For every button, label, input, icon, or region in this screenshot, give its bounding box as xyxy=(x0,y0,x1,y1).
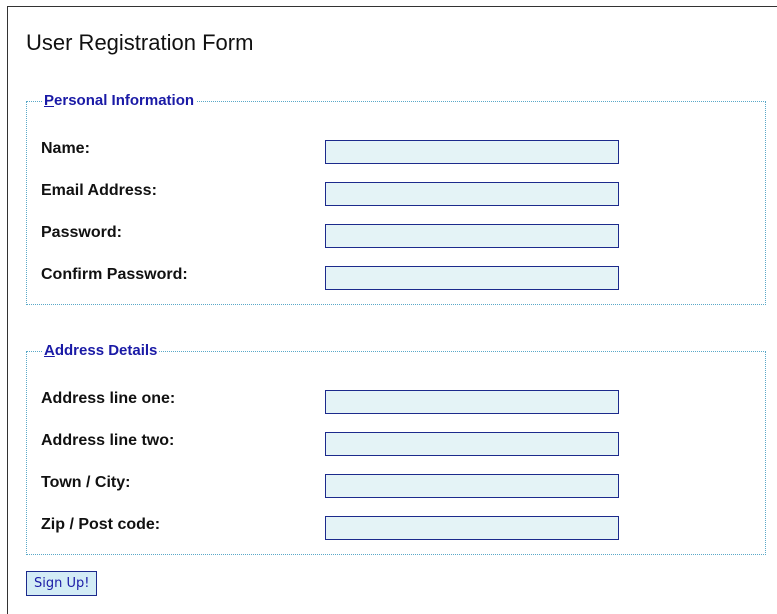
password-input[interactable] xyxy=(325,224,619,248)
zip-post-code-label: Zip / Post code: xyxy=(41,516,161,533)
address-details-fieldset: Address Details Address line one: Addres… xyxy=(26,342,766,555)
address-line-one-input[interactable] xyxy=(325,390,619,414)
address-line-two-label: Address line two: xyxy=(41,432,175,449)
address-line-one-label: Address line one: xyxy=(41,390,176,407)
legend-accesskey: P xyxy=(44,92,55,109)
sign-up-button[interactable]: Sign Up! xyxy=(26,571,98,596)
email-input[interactable] xyxy=(325,182,619,206)
password-label: Password: xyxy=(41,224,122,241)
page-title: User Registration Form xyxy=(26,30,254,55)
name-label: Name: xyxy=(41,140,90,157)
legend-text: ersonal Information xyxy=(54,92,195,109)
name-input[interactable] xyxy=(325,140,619,164)
email-label: Email Address: xyxy=(41,182,157,199)
town-city-label: Town / City: xyxy=(41,474,131,491)
address-details-legend: Address Details xyxy=(42,342,160,359)
zip-post-code-input[interactable] xyxy=(325,516,619,540)
personal-information-legend: Personal Information xyxy=(42,92,197,109)
personal-information-fieldset: Personal Information Name: Email Address… xyxy=(26,92,766,305)
address-line-two-input[interactable] xyxy=(325,432,619,456)
legend-text: ddress Details xyxy=(54,342,158,359)
confirm-password-label: Confirm Password: xyxy=(41,266,188,283)
legend-accesskey: A xyxy=(44,342,55,359)
confirm-password-input[interactable] xyxy=(325,266,619,290)
town-city-input[interactable] xyxy=(325,474,619,498)
